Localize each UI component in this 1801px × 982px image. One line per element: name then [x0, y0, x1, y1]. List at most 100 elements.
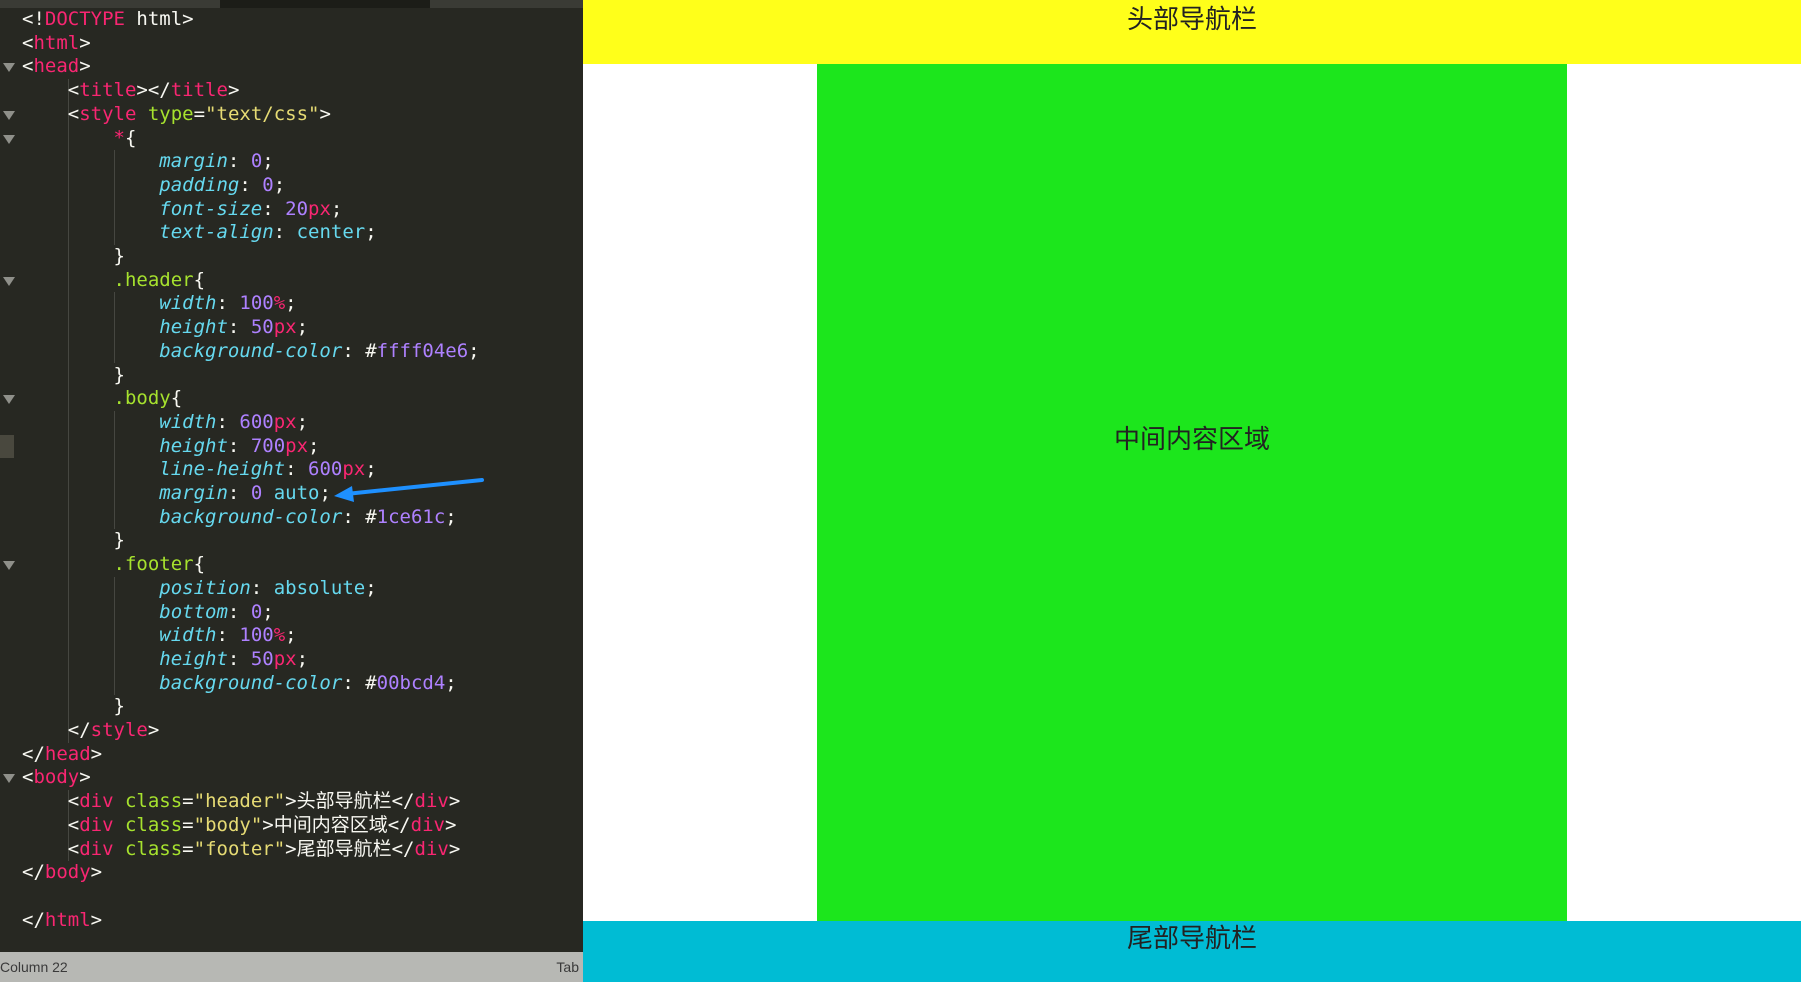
code-token: <	[22, 31, 34, 54]
code-area[interactable]: <!DOCTYPE html> <html> <head> <title></tit…	[0, 8, 583, 952]
code-line[interactable]: <html>	[0, 32, 583, 56]
code-line[interactable]: height: 50px;	[0, 316, 583, 340]
code-line[interactable]: }	[0, 529, 583, 553]
code-token: 0	[250, 150, 263, 173]
code-line[interactable]: font-size: 20px;	[0, 198, 583, 222]
status-tab-size[interactable]: Tab	[556, 952, 579, 982]
code-token: head	[33, 55, 80, 78]
code-token: class	[113, 790, 183, 813]
fold-arrow-icon[interactable]	[3, 276, 15, 286]
code-line[interactable]: }	[0, 364, 583, 388]
code-token: : #	[342, 339, 377, 362]
code-token: </	[22, 861, 45, 884]
code-line[interactable]: line-height: 600px;	[0, 458, 583, 482]
code-line[interactable]: .body{	[0, 387, 583, 411]
code-token: >	[448, 837, 461, 860]
code-token: class	[113, 813, 183, 836]
code-token: {	[193, 268, 206, 291]
code-line[interactable]: height: 700px;	[0, 435, 583, 459]
code-line[interactable]: <title></title>	[0, 79, 583, 103]
code-line[interactable]	[0, 885, 583, 909]
code-token: type	[136, 102, 194, 125]
code-token: width	[159, 624, 217, 647]
code-line[interactable]: bottom: 0;	[0, 601, 583, 625]
code-token: class	[113, 837, 183, 860]
code-token: center	[296, 221, 366, 244]
code-line[interactable]: <!DOCTYPE html>	[0, 8, 583, 32]
code-line[interactable]: width: 600px;	[0, 411, 583, 435]
code-token: >	[147, 719, 160, 741]
code-line[interactable]: </style>	[0, 719, 583, 743]
code-token: %	[273, 624, 286, 647]
editor-tab-strip	[0, 0, 583, 8]
code-token: px	[273, 647, 297, 670]
code-token: .header	[113, 268, 194, 291]
code-line[interactable]: *{	[0, 127, 583, 151]
code-line[interactable]: background-color: #ffff04e6;	[0, 340, 583, 364]
code-line[interactable]: <body>	[0, 766, 583, 790]
code-line[interactable]: width: 100%;	[0, 292, 583, 316]
code-line[interactable]: </head>	[0, 743, 583, 767]
code-token: :	[227, 316, 251, 339]
code-line[interactable]: .footer{	[0, 553, 583, 577]
code-token: :	[216, 410, 240, 433]
code-token: bottom	[159, 600, 228, 623]
code-line[interactable]: <div class="footer">尾部导航栏</div>	[0, 838, 583, 862]
code-token: ;	[285, 292, 297, 315]
code-token: <	[22, 766, 34, 789]
code-line[interactable]: <style type="text/css">	[0, 103, 583, 127]
editor-tab[interactable]	[0, 0, 220, 8]
code-token: background-color	[159, 671, 343, 694]
fold-arrow-icon[interactable]	[3, 561, 15, 571]
fold-arrow-icon[interactable]	[3, 134, 15, 144]
code-token: {	[170, 387, 183, 410]
code-token: 600	[308, 458, 343, 481]
code-line[interactable]: <head>	[0, 55, 583, 79]
code-token: 20	[285, 197, 309, 220]
fold-arrow-icon[interactable]	[3, 774, 15, 784]
code-token: }	[22, 363, 125, 386]
code-editor-pane[interactable]: <!DOCTYPE html> <html> <head> <title></tit…	[0, 0, 583, 982]
code-token: "body"	[193, 813, 263, 836]
code-line[interactable]: background-color: #1ce61c;	[0, 506, 583, 530]
code-line[interactable]: }	[0, 245, 583, 269]
code-token: >	[285, 837, 297, 860]
code-line[interactable]: padding: 0;	[0, 174, 583, 198]
code-line[interactable]: margin: 0 auto;	[0, 482, 583, 506]
code-line[interactable]: }	[0, 695, 583, 719]
code-token: body	[44, 861, 91, 884]
code-line[interactable]: text-align: center;	[0, 221, 583, 245]
code-token: title	[79, 79, 137, 102]
code-line[interactable]: </body>	[0, 861, 583, 885]
code-token: ;	[308, 434, 320, 457]
code-line[interactable]: position: absolute;	[0, 577, 583, 601]
code-token: :	[216, 624, 240, 647]
code-token: ></	[136, 79, 171, 102]
code-line[interactable]: .header{	[0, 269, 583, 293]
code-token: "header"	[193, 790, 286, 813]
code-token: 100	[239, 624, 274, 647]
code-line[interactable]: <div class="body">中间内容区域</div>	[0, 814, 583, 838]
code-line[interactable]: margin: 0;	[0, 150, 583, 174]
code-line[interactable]: <div class="header">头部导航栏</div>	[0, 790, 583, 814]
code-token: px	[273, 410, 297, 433]
code-line[interactable]: width: 100%;	[0, 624, 583, 648]
fold-arrow-icon[interactable]	[3, 395, 15, 405]
fold-arrow-icon[interactable]	[3, 110, 15, 120]
code-line[interactable]: height: 50px;	[0, 648, 583, 672]
code-token: ;	[296, 410, 309, 433]
editor-tab[interactable]	[430, 0, 583, 8]
code-token: "text/css"	[205, 102, 320, 125]
code-token: =	[182, 837, 194, 860]
fold-arrow-icon[interactable]	[3, 63, 15, 73]
code-line[interactable]: background-color: #00bcd4;	[0, 672, 583, 696]
preview-header-text: 头部导航栏	[1126, 5, 1257, 35]
code-token: 0	[250, 600, 263, 623]
code-line[interactable]: </html>	[0, 909, 583, 933]
